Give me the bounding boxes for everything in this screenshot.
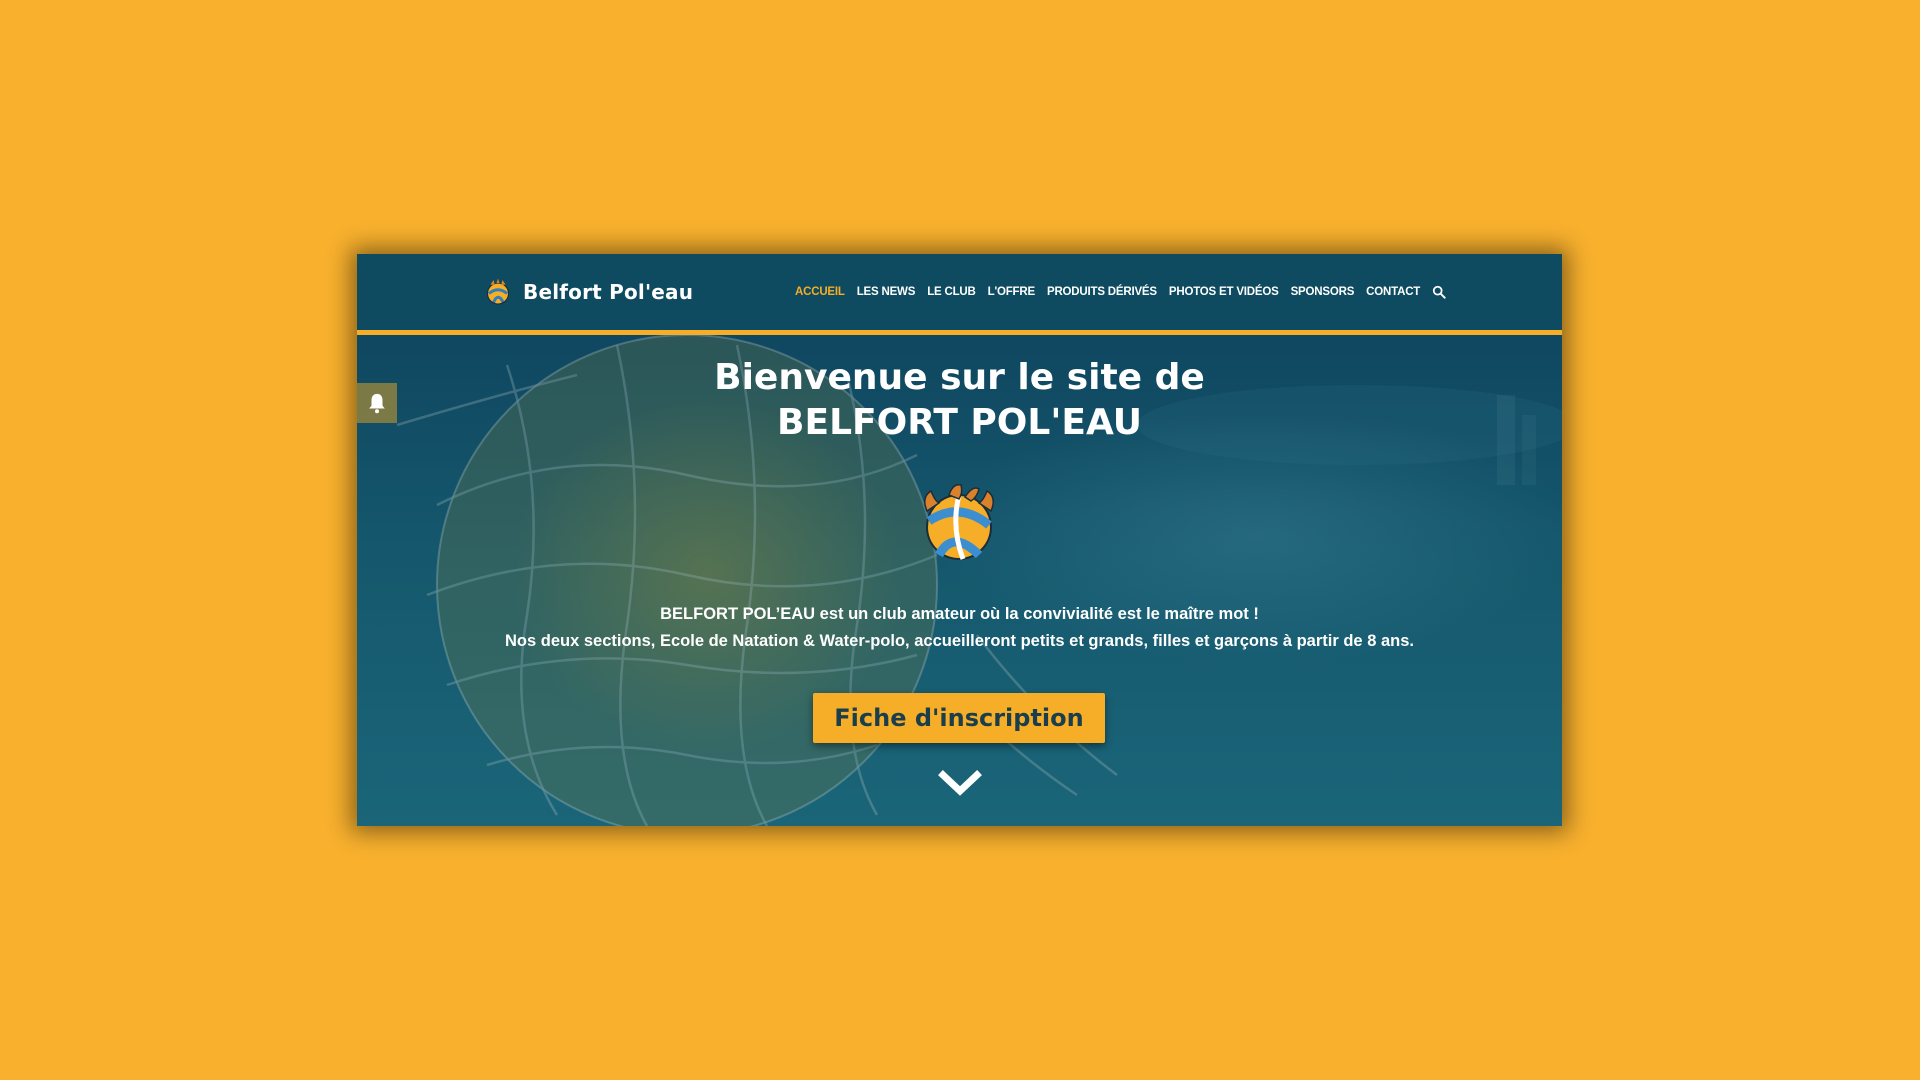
nav-item-accueil[interactable]: ACCUEIL — [795, 286, 845, 298]
nav-item-les-news[interactable]: LES NEWS — [857, 286, 916, 298]
club-logo-icon — [486, 278, 510, 305]
registration-form-button[interactable]: Fiche d'inscription — [813, 693, 1105, 743]
nav-item-contact[interactable]: CONTACT — [1366, 286, 1420, 298]
hero-title-line-2: BELFORT POL'EAU — [777, 402, 1142, 443]
nav-item-offre[interactable]: L'OFFRE — [988, 286, 1036, 298]
hero-description-line-1: BELFORT POL’EAU est un club amateur où l… — [660, 605, 1259, 623]
nav-item-sponsors[interactable]: SPONSORS — [1291, 286, 1355, 298]
hero-section: Bienvenue sur le site de BELFORT POL'EAU… — [357, 335, 1562, 826]
website-screenshot-frame: Belfort Pol'eau ACCUEIL LES NEWS LE CLUB… — [357, 254, 1562, 826]
nav-item-le-club[interactable]: LE CLUB — [927, 286, 976, 298]
nav-item-produits-derives[interactable]: PRODUITS DÉRIVÉS — [1047, 286, 1157, 298]
hero-title-line-1: Bienvenue sur le site de — [714, 357, 1205, 398]
hero-description-line-2: Nos deux sections, Ecole de Natation & W… — [505, 632, 1414, 650]
club-mascot-logo-icon — [924, 483, 994, 560]
search-icon[interactable] — [1432, 285, 1446, 299]
main-nav: ACCUEIL LES NEWS LE CLUB L'OFFRE PRODUIT… — [795, 280, 1446, 304]
site-name: Belfort Pol'eau — [523, 280, 694, 304]
hero-description: BELFORT POL’EAU est un club amateur où l… — [357, 601, 1562, 655]
nav-item-photos-videos[interactable]: PHOTOS ET VIDÉOS — [1169, 286, 1279, 298]
site-header: Belfort Pol'eau ACCUEIL LES NEWS LE CLUB… — [357, 254, 1562, 330]
chevron-down-icon[interactable] — [937, 767, 983, 799]
hero-title: Bienvenue sur le site de BELFORT POL'EAU — [357, 355, 1562, 445]
site-brand[interactable]: Belfort Pol'eau — [483, 274, 693, 310]
